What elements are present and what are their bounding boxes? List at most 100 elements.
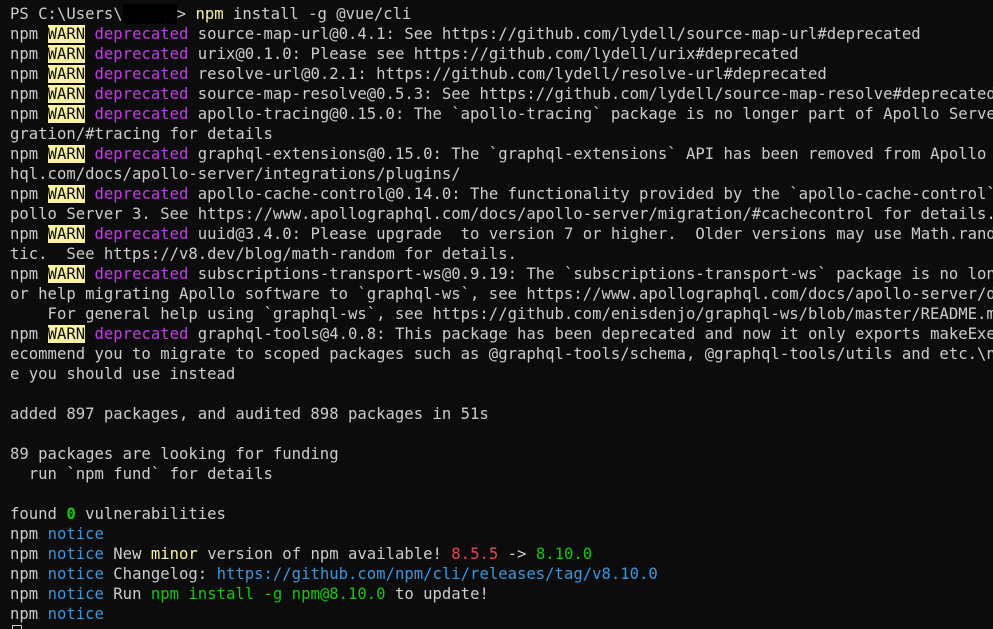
warning-message: graphql-tools@4.0.8: This package has be…	[197, 325, 993, 343]
warning-continuation-line: tic. See https://v8.dev/blog/math-random…	[10, 244, 993, 264]
npm-prefix: npm	[10, 45, 39, 63]
warning-line: npm WARN deprecated source-map-resolve@0…	[10, 84, 993, 104]
warning-message: or help migrating Apollo software to `gr…	[10, 285, 993, 303]
notice-line: npm notice	[10, 604, 993, 624]
npm-prefix: npm	[10, 145, 39, 163]
npm-prefix: npm	[10, 265, 39, 283]
run-label: Run	[103, 585, 151, 603]
notice-tag: notice	[47, 565, 104, 583]
vulnerabilities-label: vulnerabilities	[75, 505, 226, 523]
deprecated-tag: deprecated	[94, 85, 189, 103]
warning-message: e you should use instead	[10, 365, 236, 383]
warning-continuation-line: For general help using `graphql-ws`, see…	[10, 304, 993, 324]
notice-line-run: npm notice Run npm install -g npm@8.10.0…	[10, 584, 993, 604]
npm-prefix: npm	[10, 105, 39, 123]
npm-prefix: npm	[10, 85, 39, 103]
npm-prefix: npm	[10, 565, 39, 583]
npm-prefix: npm	[10, 325, 39, 343]
warning-line: npm WARN deprecated subscriptions-transp…	[10, 264, 993, 284]
warning-line: npm WARN deprecated source-map-url@0.4.1…	[10, 24, 993, 44]
warning-message: source-map-url@0.4.1: See https://github…	[197, 25, 921, 43]
vulnerability-count: 0	[66, 505, 76, 523]
funding-hint: run `npm fund` for details	[10, 465, 273, 483]
added-summary: added 897 packages, and audited 898 pack…	[10, 405, 489, 423]
release-type: minor	[150, 545, 198, 563]
warn-badge: WARN	[47, 105, 86, 123]
notice-tag: notice	[47, 605, 104, 623]
warning-message: urix@0.1.0: Please see https://github.co…	[197, 45, 799, 63]
vulnerabilities-line: found 0 vulnerabilities	[10, 504, 993, 524]
command-args: install -g @vue/cli	[223, 5, 412, 23]
notice-line: npm notice	[10, 524, 993, 544]
deprecated-tag: deprecated	[94, 145, 189, 163]
warning-continuation-line: pollo Server 3. See https://www.apollogr…	[10, 204, 993, 224]
cursor-line[interactable]	[10, 624, 993, 629]
warning-message: uuid@3.4.0: Please upgrade to version 7 …	[197, 225, 993, 243]
prompt-line: PS C:\Users\ > npm install -g @vue/cli	[10, 4, 993, 24]
command-name: npm	[195, 5, 224, 23]
prompt-path: PS C:\Users\	[10, 5, 123, 23]
notice-line-new-version: npm notice New minor version of npm avai…	[10, 544, 993, 564]
deprecated-tag: deprecated	[94, 25, 189, 43]
warning-continuation-line: or help migrating Apollo software to `gr…	[10, 284, 993, 304]
current-version: 8.5.5	[451, 545, 499, 563]
warning-message: resolve-url@0.2.1: https://github.com/ly…	[197, 65, 827, 83]
deprecated-tag: deprecated	[94, 225, 189, 243]
warn-badge: WARN	[47, 225, 86, 243]
npm-prefix: npm	[10, 65, 39, 83]
deprecated-tag: deprecated	[94, 65, 189, 83]
npm-prefix: npm	[10, 605, 39, 623]
warning-line: npm WARN deprecated apollo-cache-control…	[10, 184, 993, 204]
deprecated-tag: deprecated	[94, 265, 189, 283]
warn-badge: WARN	[47, 85, 86, 103]
warning-message: pollo Server 3. See https://www.apollogr…	[10, 205, 993, 223]
notice-tag: notice	[47, 585, 104, 603]
notice-tag: notice	[47, 525, 104, 543]
warning-message: apollo-tracing@0.15.0: The `apollo-traci…	[197, 105, 993, 123]
warning-line: npm WARN deprecated uuid@3.4.0: Please u…	[10, 224, 993, 244]
changelog-link[interactable]: https://github.com/npm/cli/releases/tag/…	[217, 565, 658, 583]
warning-message: gration/#tracing for details	[10, 125, 273, 143]
deprecated-tag: deprecated	[94, 45, 189, 63]
warn-badge: WARN	[47, 145, 86, 163]
warning-message: hql.com/docs/apollo-server/integrations/…	[10, 165, 461, 183]
warning-line: npm WARN deprecated urix@0.1.0: Please s…	[10, 44, 993, 64]
terminal-cursor	[12, 625, 22, 629]
warning-message: ecommend you to migrate to scoped packag…	[10, 345, 993, 363]
warning-line: npm WARN deprecated resolve-url@0.2.1: h…	[10, 64, 993, 84]
warning-message: apollo-cache-control@0.14.0: The functio…	[197, 185, 993, 203]
latest-version: 8.10.0	[535, 545, 593, 563]
funding-message: 89 packages are looking for funding	[10, 445, 339, 463]
terminal-window[interactable]: PS C:\Users\ > npm install -g @vue/cli np…	[0, 0, 993, 629]
warning-list: npm WARN deprecated source-map-url@0.4.1…	[10, 24, 993, 384]
warning-message: source-map-resolve@0.5.3: See https://gi…	[197, 85, 993, 103]
notice-tag: notice	[47, 545, 104, 563]
npm-prefix: npm	[10, 225, 39, 243]
prompt-symbol: >	[176, 5, 187, 23]
warning-message: graphql-extensions@0.15.0: The `graphql-…	[197, 145, 993, 163]
warn-badge: WARN	[47, 185, 86, 203]
warning-line: npm WARN deprecated apollo-tracing@0.15.…	[10, 104, 993, 124]
warning-continuation-line: e you should use instead	[10, 364, 993, 384]
changelog-label: Changelog:	[103, 565, 217, 583]
npm-prefix: npm	[10, 525, 39, 543]
notice-text: New	[103, 545, 151, 563]
warn-badge: WARN	[47, 325, 86, 343]
deprecated-tag: deprecated	[94, 105, 189, 123]
found-label: found	[10, 505, 67, 523]
warning-line: npm WARN deprecated graphql-extensions@0…	[10, 144, 993, 164]
warning-message: subscriptions-transport-ws@0.9.19: The `…	[197, 265, 993, 283]
notice-line-changelog: npm notice Changelog: https://github.com…	[10, 564, 993, 584]
run-suffix: to update!	[385, 585, 489, 603]
notice-text: version of npm available!	[197, 545, 452, 563]
warning-continuation-line: gration/#tracing for details	[10, 124, 993, 144]
warn-badge: WARN	[47, 45, 86, 63]
warning-message: For general help using `graphql-ws`, see…	[10, 305, 993, 323]
npm-prefix: npm	[10, 545, 39, 563]
npm-prefix: npm	[10, 185, 39, 203]
warning-continuation-line: ecommend you to migrate to scoped packag…	[10, 344, 993, 364]
warning-continuation-line: hql.com/docs/apollo-server/integrations/…	[10, 164, 993, 184]
